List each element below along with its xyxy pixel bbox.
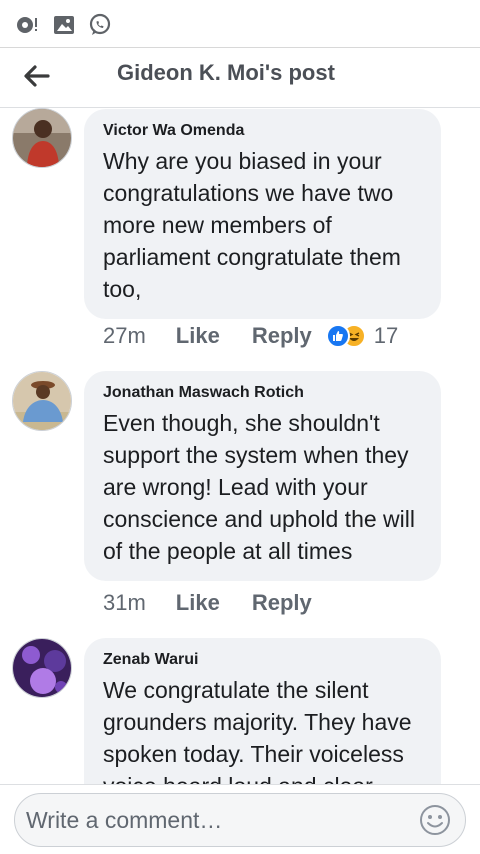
- comment-author[interactable]: Victor Wa Omenda: [103, 121, 421, 141]
- comment-bubble[interactable]: Jonathan Maswach Rotich Even though, she…: [84, 371, 441, 581]
- avatar[interactable]: [12, 371, 72, 431]
- avatar[interactable]: [12, 638, 72, 698]
- reply-button[interactable]: Reply: [252, 590, 312, 616]
- wifi-signal-icon: [17, 17, 37, 33]
- reactions-summary[interactable]: [325, 324, 366, 348]
- comment-composer: Write a comment…: [0, 784, 480, 854]
- status-bar: [0, 0, 480, 48]
- comment-author[interactable]: Zenab Warui: [103, 650, 421, 670]
- image-icon: [54, 16, 74, 34]
- comment-input-placeholder: Write a comment…: [26, 807, 223, 833]
- like-button[interactable]: Like: [176, 323, 220, 349]
- comment-time[interactable]: 31m: [103, 590, 146, 616]
- comment-text: Even though, she shouldn't support the s…: [103, 410, 415, 564]
- comment-bubble[interactable]: Victor Wa Omenda Why are you biased in y…: [84, 109, 441, 319]
- comment-feed[interactable]: Victor Wa Omenda Why are you biased in y…: [0, 108, 480, 784]
- arrow-left-icon: [24, 65, 50, 87]
- comment-actions: 31m Like Reply: [103, 587, 326, 619]
- reaction-count[interactable]: 17: [374, 323, 398, 349]
- post-header: Gideon K. Moi's post: [0, 48, 480, 108]
- avatar[interactable]: [12, 108, 72, 168]
- comment-actions: 27m Like Reply 17: [103, 320, 398, 352]
- page-title: Gideon K. Moi's post: [117, 60, 335, 85]
- comment-text: We congratulate the silent grounders maj…: [103, 677, 412, 784]
- like-button[interactable]: Like: [176, 590, 220, 616]
- comment-author[interactable]: Jonathan Maswach Rotich: [103, 383, 421, 403]
- comment-bubble[interactable]: Zenab Warui We congratulate the silent g…: [84, 638, 441, 784]
- comment-text: Why are you biased in your congratulatio…: [103, 148, 401, 302]
- comment-time[interactable]: 27m: [103, 323, 146, 349]
- reply-button[interactable]: Reply: [252, 323, 312, 349]
- emoji-smiley-icon[interactable]: [419, 804, 451, 836]
- whatsapp-icon: [89, 13, 111, 35]
- back-button[interactable]: [18, 58, 54, 94]
- like-reaction-icon: [325, 324, 350, 348]
- comment-input[interactable]: Write a comment…: [14, 793, 466, 847]
